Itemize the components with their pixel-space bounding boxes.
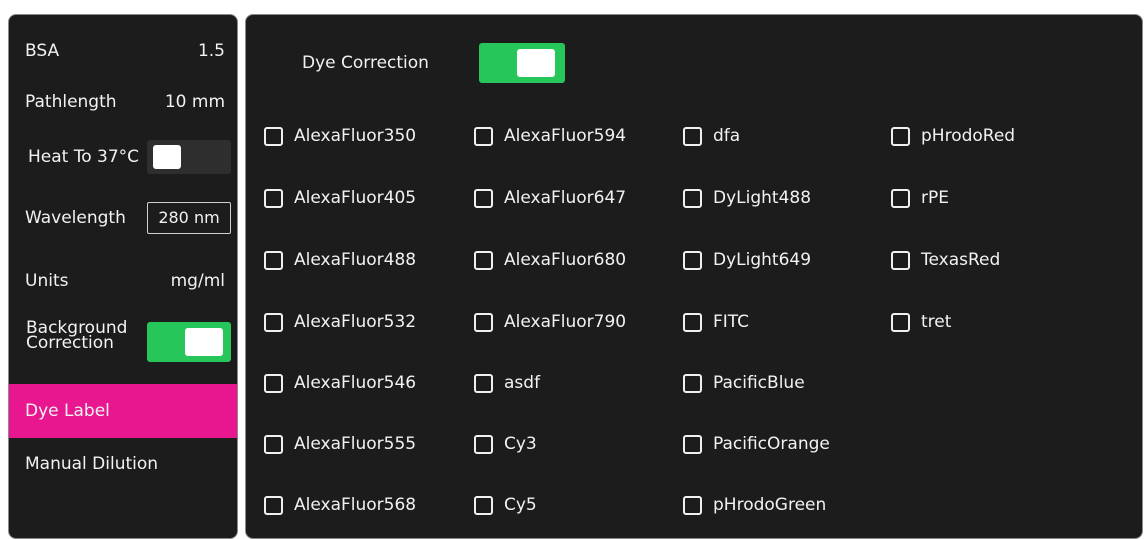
checkbox-icon[interactable] xyxy=(474,495,493,515)
toggle-knob xyxy=(185,328,223,356)
pathlength-label: Pathlength xyxy=(25,92,117,112)
checkbox-icon[interactable] xyxy=(683,188,702,208)
dye-checkbox-item[interactable]: FITC xyxy=(683,310,749,334)
dye-checkbox-label: pHrodoGreen xyxy=(713,495,827,515)
dye-checkbox-item[interactable]: DyLight488 xyxy=(683,186,811,210)
dye-checkbox-item[interactable]: dfa xyxy=(683,124,740,148)
checkbox-icon[interactable] xyxy=(683,373,702,393)
dye-checkbox-label: AlexaFluor594 xyxy=(504,126,627,146)
dye-checkbox-label: DyLight488 xyxy=(713,188,812,208)
dye-checkbox-item[interactable]: PacificBlue xyxy=(683,371,805,395)
dye-checkbox-item[interactable]: AlexaFluor594 xyxy=(474,124,626,148)
app-screen: BSA 1.5 Pathlength 10 mm Heat To 37°C Wa… xyxy=(0,0,1145,539)
dye-checkbox-label: Cy5 xyxy=(504,495,537,515)
dye-checkbox-label: AlexaFluor546 xyxy=(294,373,417,393)
dye-checkbox-item[interactable]: rPE xyxy=(891,186,949,210)
dye-checkbox-item[interactable]: asdf xyxy=(474,371,540,395)
dye-checkbox-item[interactable]: PacificOrange xyxy=(683,432,830,456)
nav-manual-dilution[interactable]: Manual Dilution xyxy=(25,454,158,474)
dye-checkbox-label: AlexaFluor568 xyxy=(294,495,417,515)
dye-checkbox-item[interactable]: AlexaFluor647 xyxy=(474,186,626,210)
background-correction-toggle[interactable] xyxy=(147,322,231,362)
nav-dye-label-text: Dye Label xyxy=(25,401,110,421)
dye-checkbox-item[interactable]: AlexaFluor350 xyxy=(264,124,416,148)
checkbox-icon[interactable] xyxy=(264,250,283,270)
dye-checkbox-label: TexasRed xyxy=(921,250,1001,270)
checkbox-icon[interactable] xyxy=(891,126,910,146)
dye-checkbox-item[interactable]: DyLight649 xyxy=(683,248,811,272)
dye-correction-label: Dye Correction xyxy=(302,53,429,73)
checkbox-icon[interactable] xyxy=(891,188,910,208)
bsa-value[interactable]: 1.5 xyxy=(198,41,225,61)
dye-correction-toggle[interactable] xyxy=(479,43,565,83)
dye-checkbox-item[interactable]: AlexaFluor488 xyxy=(264,248,416,272)
checkbox-icon[interactable] xyxy=(474,250,493,270)
dye-checkbox-label: asdf xyxy=(504,373,541,393)
checkbox-icon[interactable] xyxy=(683,495,702,515)
checkbox-icon[interactable] xyxy=(474,312,493,332)
dye-checkbox-item[interactable]: AlexaFluor532 xyxy=(264,310,416,334)
heat-toggle[interactable] xyxy=(147,140,231,174)
checkbox-icon[interactable] xyxy=(683,126,702,146)
heat-label: Heat To 37°C xyxy=(28,147,140,167)
dye-checkbox-label: PacificOrange xyxy=(713,434,830,454)
dye-checkbox-label: DyLight649 xyxy=(713,250,812,270)
dye-checkbox-label: AlexaFluor532 xyxy=(294,312,417,332)
checkbox-icon[interactable] xyxy=(264,495,283,515)
dye-checkbox-item[interactable]: AlexaFluor555 xyxy=(264,432,416,456)
checkbox-icon[interactable] xyxy=(264,188,283,208)
dye-checkbox-item[interactable]: AlexaFluor680 xyxy=(474,248,626,272)
units-label: Units xyxy=(25,271,69,291)
dye-checkbox-item[interactable]: AlexaFluor568 xyxy=(264,493,416,517)
checkbox-icon[interactable] xyxy=(474,434,493,454)
dye-checkbox-label: rPE xyxy=(921,188,949,208)
checkbox-icon[interactable] xyxy=(264,373,283,393)
dye-checkbox-item[interactable]: pHrodoRed xyxy=(891,124,1015,148)
checkbox-icon[interactable] xyxy=(891,250,910,270)
dye-checkbox-label: AlexaFluor488 xyxy=(294,250,417,270)
dye-checkbox-item[interactable]: Cy5 xyxy=(474,493,537,517)
checkbox-icon[interactable] xyxy=(891,312,910,332)
dye-correction-panel: Dye Correction AlexaFluor350 AlexaFluor40… xyxy=(245,14,1143,539)
checkbox-icon[interactable] xyxy=(683,312,702,332)
checkbox-icon[interactable] xyxy=(474,188,493,208)
dye-checkbox-item[interactable]: tret xyxy=(891,310,951,334)
dye-checkbox-label: FITC xyxy=(713,312,750,332)
dye-checkbox-label: AlexaFluor350 xyxy=(294,126,417,146)
toggle-knob xyxy=(153,145,181,169)
dye-checkbox-label: AlexaFluor680 xyxy=(504,250,627,270)
dye-checkbox-label: pHrodoRed xyxy=(921,126,1016,146)
dye-checkbox-item[interactable]: pHrodoGreen xyxy=(683,493,826,517)
dye-checkbox-label: Cy3 xyxy=(504,434,537,454)
checkbox-icon[interactable] xyxy=(264,126,283,146)
dye-checkbox-label: PacificBlue xyxy=(713,373,805,393)
checkbox-icon[interactable] xyxy=(683,250,702,270)
settings-sidebar: BSA 1.5 Pathlength 10 mm Heat To 37°C Wa… xyxy=(8,14,238,539)
dye-checkbox-label: tret xyxy=(921,312,952,332)
wavelength-input[interactable]: 280 nm xyxy=(147,202,231,234)
background-correction-line2: Correction xyxy=(26,333,114,353)
toggle-knob xyxy=(517,49,555,77)
dye-checkbox-label: AlexaFluor405 xyxy=(294,188,417,208)
dye-checkbox-label: dfa xyxy=(713,126,741,146)
bsa-label: BSA xyxy=(25,41,60,61)
background-correction-label: Background Correction xyxy=(26,320,127,353)
dye-checkbox-item[interactable]: AlexaFluor546 xyxy=(264,371,416,395)
dye-checkbox-label: AlexaFluor647 xyxy=(504,188,627,208)
nav-dye-label[interactable]: Dye Label xyxy=(9,384,237,438)
checkbox-icon[interactable] xyxy=(474,373,493,393)
pathlength-value[interactable]: 10 mm xyxy=(165,92,225,112)
dye-checkbox-item[interactable]: TexasRed xyxy=(891,248,1000,272)
dye-checkbox-label: AlexaFluor555 xyxy=(294,434,417,454)
dye-checkbox-label: AlexaFluor790 xyxy=(504,312,627,332)
units-value[interactable]: mg/ml xyxy=(171,271,225,291)
dye-checkbox-item[interactable]: Cy3 xyxy=(474,432,537,456)
checkbox-icon[interactable] xyxy=(264,434,283,454)
checkbox-icon[interactable] xyxy=(264,312,283,332)
dye-checkbox-item[interactable]: AlexaFluor405 xyxy=(264,186,416,210)
dye-checkbox-item[interactable]: AlexaFluor790 xyxy=(474,310,626,334)
checkbox-icon[interactable] xyxy=(683,434,702,454)
checkbox-icon[interactable] xyxy=(474,126,493,146)
wavelength-label: Wavelength xyxy=(25,208,126,228)
